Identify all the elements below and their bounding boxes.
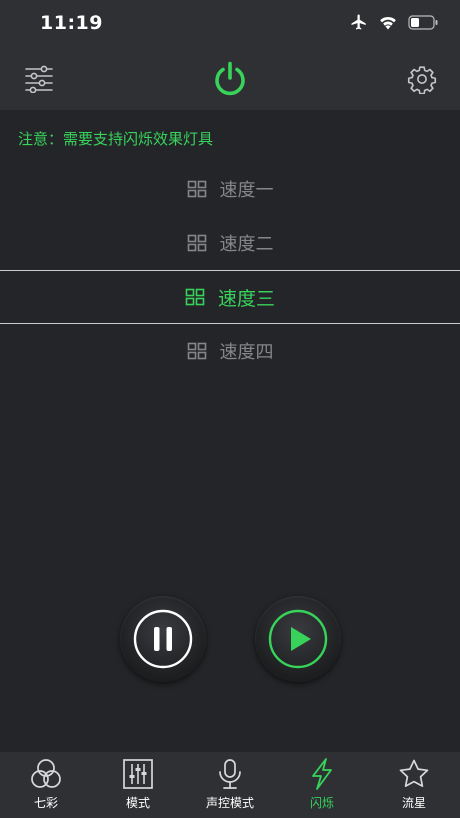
tab-label: 七彩 — [33, 796, 58, 810]
tab-meteor[interactable]: 流星 — [368, 752, 460, 818]
speed-label: 速度四 — [219, 342, 274, 363]
speed-item-3[interactable]: 速度三 — [0, 270, 460, 324]
power-button[interactable] — [210, 48, 250, 110]
status-icons — [350, 13, 438, 31]
speed-item-1[interactable]: 速度一 — [0, 162, 460, 216]
wifi-icon — [380, 16, 396, 30]
grid-icon — [187, 180, 206, 198]
lightning-icon — [312, 758, 332, 790]
grid-icon — [187, 234, 206, 252]
airplane-icon — [351, 14, 366, 30]
speed-list: 速度一 速度二 速度三 速度四 — [0, 162, 460, 378]
pause-icon — [133, 609, 193, 669]
tab-label: 流星 — [401, 796, 426, 810]
grid-icon — [185, 288, 205, 306]
status-bar: 11:19 — [0, 0, 460, 48]
play-icon — [268, 609, 328, 669]
nav-bar — [0, 48, 460, 110]
play-button[interactable] — [255, 596, 341, 682]
settings-button[interactable] — [404, 48, 440, 110]
sliders-icon — [123, 759, 153, 789]
status-time: 11:19 — [40, 12, 103, 34]
tab-flash[interactable]: 闪烁 — [276, 752, 368, 818]
menu-button[interactable] — [22, 48, 56, 110]
filter-sliders-icon — [25, 65, 53, 93]
speed-label: 速度三 — [217, 287, 275, 310]
tab-colors[interactable]: 七彩 — [0, 752, 92, 818]
tab-label: 声控模式 — [205, 796, 254, 810]
notice-text: 注意：需要支持闪烁效果灯具 — [18, 130, 214, 148]
tab-mode[interactable]: 模式 — [92, 752, 184, 818]
star-icon — [399, 759, 429, 787]
speed-label: 速度一 — [219, 180, 274, 201]
speed-label: 速度二 — [219, 234, 274, 255]
battery-icon — [408, 14, 438, 30]
pause-button[interactable] — [120, 596, 206, 682]
speed-item-4[interactable]: 速度四 — [0, 324, 460, 378]
power-icon — [215, 61, 245, 96]
tab-voice-mode[interactable]: 声控模式 — [184, 752, 276, 818]
microphone-icon — [219, 759, 241, 789]
color-circles-icon — [31, 759, 61, 788]
tab-bar: 七彩 模式 声控模式 闪烁 流星 — [0, 752, 460, 818]
tab-label: 模式 — [125, 796, 150, 810]
speed-item-2[interactable]: 速度二 — [0, 216, 460, 270]
tab-label: 闪烁 — [309, 796, 334, 810]
gear-icon — [407, 66, 437, 94]
grid-icon — [187, 342, 206, 360]
